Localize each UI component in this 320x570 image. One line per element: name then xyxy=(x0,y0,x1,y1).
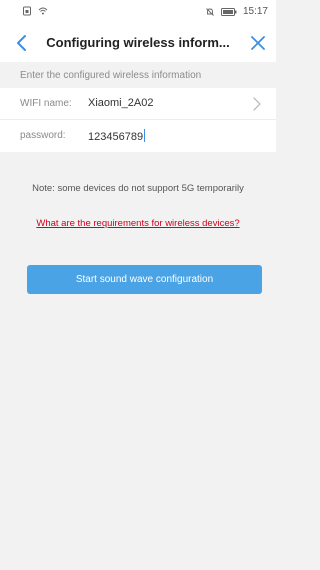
wireless-form: WIFI name: Xiaomi_2A02 password: 1234567… xyxy=(0,88,276,152)
screen: 15:17 Configuring wireless inform... Ent… xyxy=(0,0,276,570)
wifi-name-row[interactable]: WIFI name: Xiaomi_2A02 xyxy=(0,88,276,120)
close-icon[interactable] xyxy=(246,31,270,55)
status-bar: 15:17 xyxy=(0,0,276,24)
page-title: Configuring wireless inform... xyxy=(46,35,230,50)
password-label: password: xyxy=(20,130,66,141)
status-left xyxy=(22,6,48,16)
wifi-icon xyxy=(38,7,48,15)
password-value: 123456789 xyxy=(88,131,144,143)
header: Configuring wireless inform... xyxy=(0,24,276,62)
wifi-name-value[interactable]: Xiaomi_2A02 xyxy=(88,97,248,109)
start-sound-wave-button[interactable]: Start sound wave configuration xyxy=(27,265,262,294)
status-time: 15:17 xyxy=(242,6,268,17)
section-hint: Enter the configured wireless informatio… xyxy=(20,70,202,81)
chevron-left-icon[interactable] xyxy=(10,31,34,55)
password-row: password: 123456789 xyxy=(0,120,276,152)
sim-icon xyxy=(23,6,31,16)
wifi-name-label: WIFI name: xyxy=(20,98,72,109)
battery-icon xyxy=(220,7,237,16)
chevron-right-icon[interactable] xyxy=(252,97,262,111)
password-input[interactable]: 123456789 xyxy=(88,129,248,143)
status-right: 15:17 xyxy=(205,6,268,17)
mute-bell-icon xyxy=(206,7,214,16)
5g-note: Note: some devices do not support 5G tem… xyxy=(32,183,244,194)
requirements-link[interactable]: What are the requirements for wireless d… xyxy=(0,218,276,229)
text-cursor xyxy=(144,129,146,142)
